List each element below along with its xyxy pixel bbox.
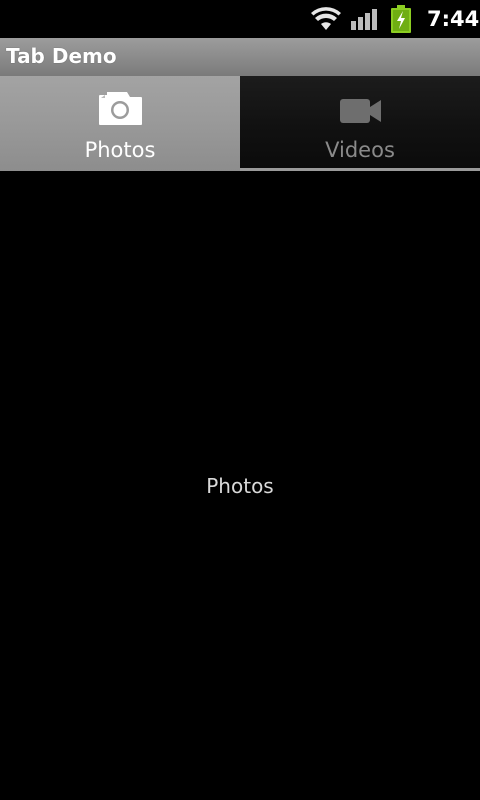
content-text: Photos xyxy=(206,474,274,498)
wifi-icon xyxy=(311,7,341,30)
battery-charging-icon xyxy=(391,5,411,33)
tab-videos[interactable]: Videos xyxy=(240,76,480,168)
signal-icon xyxy=(351,9,377,30)
camera-icon xyxy=(99,92,142,125)
title-bar: Tab Demo xyxy=(0,38,480,76)
tab-videos-label: Videos xyxy=(325,138,395,162)
tab-photos-label: Photos xyxy=(84,138,156,162)
status-time: 7:44 xyxy=(427,7,480,31)
video-camera-icon xyxy=(340,99,381,123)
tab-photos[interactable]: Photos xyxy=(0,76,240,171)
tab-content: Photos xyxy=(0,171,480,800)
tab-bar: Photos Videos xyxy=(0,76,480,171)
status-bar: 7:44 xyxy=(0,0,480,38)
app-title: Tab Demo xyxy=(6,44,117,68)
